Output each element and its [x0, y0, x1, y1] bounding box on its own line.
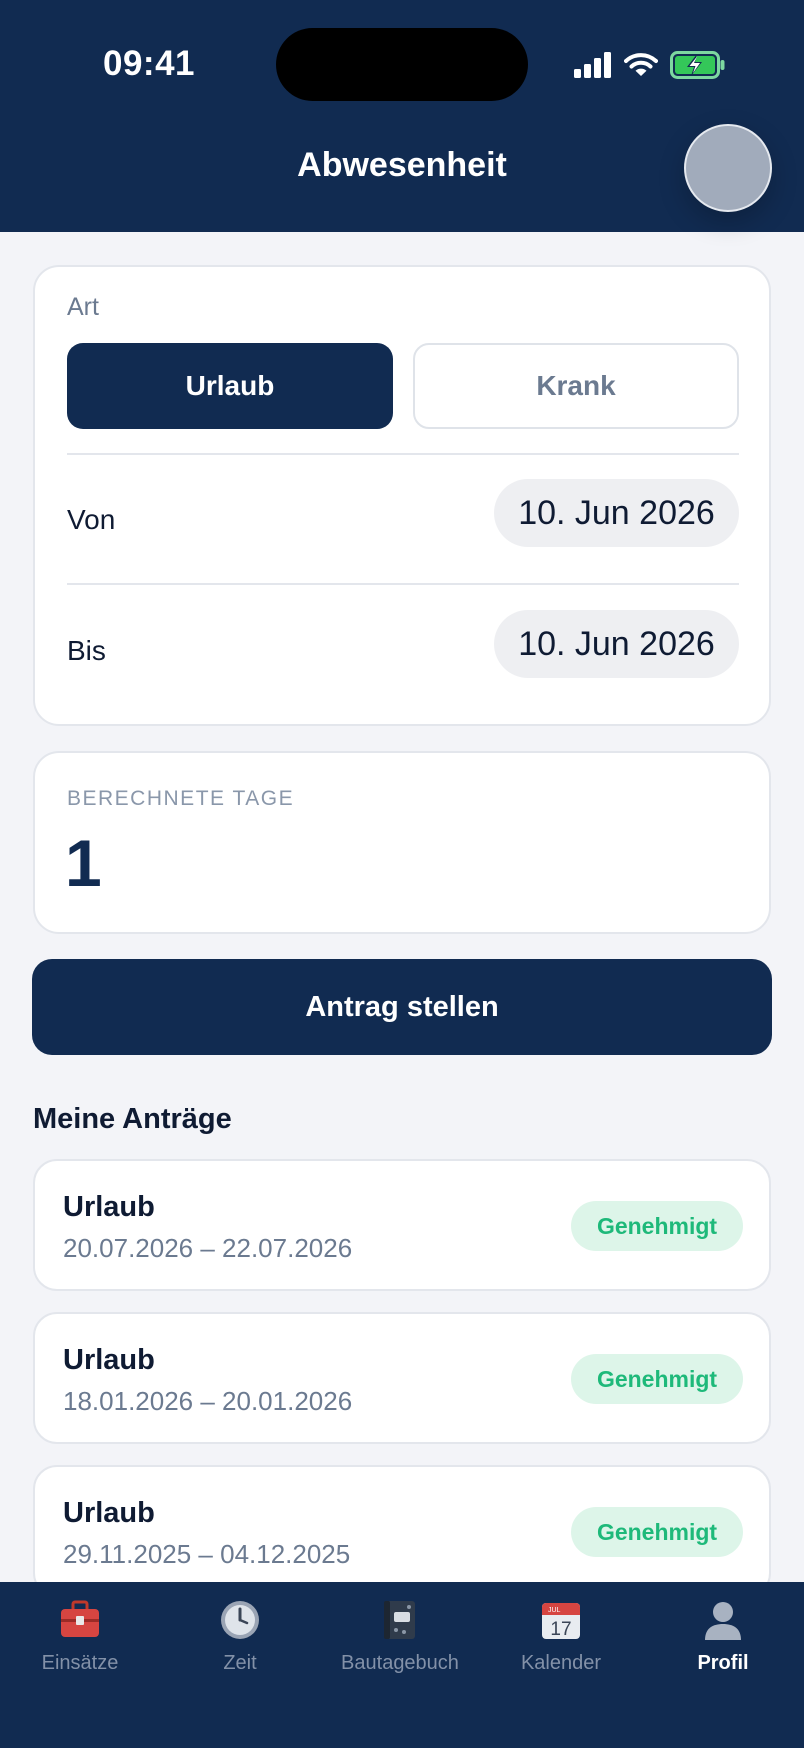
type-option-krank[interactable]: Krank	[413, 343, 739, 429]
tab-einsaetze[interactable]: Einsätze	[0, 1598, 160, 1675]
request-type: Urlaub	[63, 1191, 155, 1223]
request-item[interactable]: Urlaub 18.01.2026 – 20.01.2026 Genehmigt	[33, 1312, 771, 1444]
calculated-days-card: BERECHNETE TAGE 1	[33, 751, 771, 934]
request-type: Urlaub	[63, 1497, 155, 1529]
tab-label: Zeit	[223, 1652, 257, 1674]
svg-text:17: 17	[550, 1619, 571, 1640]
request-item[interactable]: Urlaub 20.07.2026 – 22.07.2026 Genehmigt	[33, 1159, 771, 1291]
clock-icon	[221, 1601, 259, 1639]
dynamic-island	[276, 28, 528, 101]
request-item[interactable]: Urlaub 29.11.2025 – 04.12.2025 Genehmigt	[33, 1465, 771, 1597]
calculated-days-value: 1	[65, 826, 102, 900]
status-badge: Genehmigt	[571, 1201, 743, 1251]
tab-bautagebuch[interactable]: Bautagebuch	[320, 1598, 480, 1675]
notebook-icon	[384, 1601, 415, 1639]
type-label: Art	[67, 293, 99, 321]
signal-icon	[574, 52, 611, 78]
toolbox-icon	[61, 1600, 99, 1637]
tab-label: Kalender	[520, 1652, 602, 1674]
my-requests-title: Meine Anträge	[33, 1103, 232, 1135]
status-badge: Genehmigt	[571, 1354, 743, 1404]
request-dates: 20.07.2026 – 22.07.2026	[63, 1233, 353, 1263]
calendar-icon: JUL 17	[542, 1603, 580, 1640]
from-label: Von	[67, 504, 116, 535]
tab-label: Einsätze	[41, 1652, 119, 1674]
divider	[67, 453, 739, 455]
status-icons	[574, 48, 726, 82]
status-badge: Genehmigt	[571, 1507, 743, 1557]
wifi-icon	[624, 53, 658, 76]
tab-label: Profil	[697, 1652, 749, 1674]
to-date-picker[interactable]: 10. Jun 2026	[494, 610, 739, 678]
request-dates: 29.11.2025 – 04.12.2025	[63, 1539, 351, 1569]
status-time: 09:41	[103, 44, 196, 83]
svg-text:JUL: JUL	[548, 1607, 561, 1614]
battery-charging-icon	[670, 51, 725, 79]
tab-kalender[interactable]: JUL 17 Kalender	[481, 1598, 641, 1675]
to-label: Bis	[67, 635, 106, 666]
absence-form-card: Art Urlaub Krank Von 10. Jun 2026 Bis 10…	[33, 265, 771, 726]
tab-bar: Einsätze Zeit Bautagebuch JUL 17 Kalende…	[0, 1582, 804, 1748]
tab-label: Bautagebuch	[341, 1652, 459, 1674]
type-option-urlaub[interactable]: Urlaub	[67, 343, 393, 429]
tab-zeit[interactable]: Zeit	[160, 1598, 320, 1675]
avatar[interactable]	[684, 124, 772, 212]
calculated-days-label: BERECHNETE TAGE	[67, 787, 295, 810]
request-dates: 18.01.2026 – 20.01.2026	[63, 1386, 353, 1416]
submit-request-button[interactable]: Antrag stellen	[32, 959, 772, 1055]
request-type: Urlaub	[63, 1344, 155, 1376]
tab-profil[interactable]: Profil	[643, 1598, 803, 1675]
app-header: 09:41 Abwesenheit	[0, 0, 804, 232]
divider	[67, 583, 739, 585]
person-icon	[705, 1602, 741, 1640]
from-date-picker[interactable]: 10. Jun 2026	[494, 479, 739, 547]
